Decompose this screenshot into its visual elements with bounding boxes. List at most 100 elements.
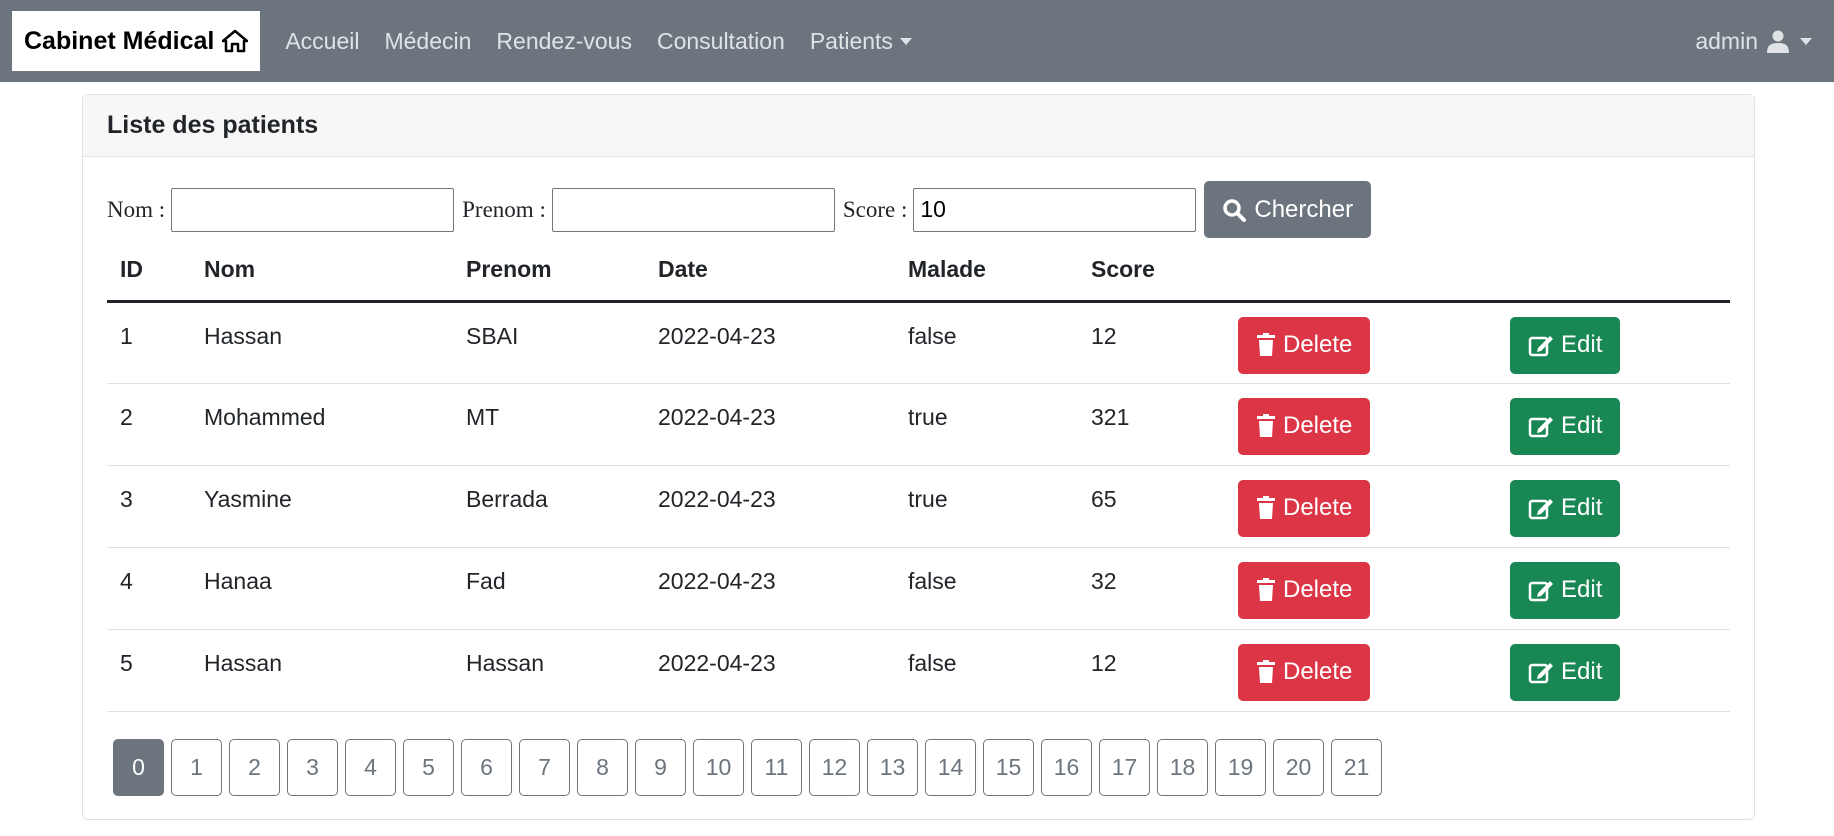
- cell-prenom: Fad: [453, 547, 645, 630]
- nom-label: Nom :: [107, 196, 166, 222]
- cell-score: 12: [1078, 301, 1225, 384]
- cell-score: 12: [1078, 629, 1225, 712]
- nom-input[interactable]: [171, 187, 455, 232]
- header-prenom: Prenom: [453, 239, 645, 303]
- user-icon: [1766, 29, 1790, 53]
- page-button-8[interactable]: 8: [577, 739, 628, 796]
- nav-rendez-vous[interactable]: Rendez-vous: [496, 28, 632, 55]
- edit-label: Edit: [1561, 494, 1603, 521]
- cell-nom: Hassan: [191, 301, 453, 384]
- delete-button[interactable]: Delete: [1238, 561, 1371, 619]
- cell-score: 65: [1078, 465, 1225, 548]
- cell-delete: Delete: [1225, 547, 1497, 630]
- patients-card: Liste des patients Nom : Prenom : Score …: [82, 94, 1755, 820]
- cell-prenom: MT: [453, 383, 645, 466]
- delete-button[interactable]: Delete: [1238, 316, 1371, 374]
- page-button-7[interactable]: 7: [519, 739, 570, 796]
- page-button-16[interactable]: 16: [1041, 739, 1092, 796]
- card-title: Liste des patients: [83, 95, 1754, 157]
- cell-edit: Edit: [1497, 547, 1730, 630]
- search-icon: [1222, 198, 1247, 222]
- score-label: Score :: [842, 196, 908, 222]
- cell-malade: false: [895, 547, 1078, 630]
- page-button-10[interactable]: 10: [693, 739, 744, 796]
- edit-button[interactable]: Edit: [1510, 397, 1621, 455]
- nav-patients-dropdown[interactable]: Patients: [810, 28, 912, 55]
- page-button-11[interactable]: 11: [751, 739, 802, 796]
- navbar: Cabinet Médical Accueil Médecin Rendez-v…: [0, 0, 1834, 82]
- caret-down-icon: [899, 37, 912, 45]
- delete-label: Delete: [1283, 494, 1353, 521]
- page-button-4[interactable]: 4: [345, 739, 396, 796]
- cell-nom: Yasmine: [191, 465, 453, 548]
- cell-delete: Delete: [1225, 629, 1497, 712]
- nav-patients-label: Patients: [809, 27, 893, 54]
- brand[interactable]: Cabinet Médical: [12, 11, 261, 71]
- page-button-3[interactable]: 3: [287, 739, 338, 796]
- page-button-15[interactable]: 15: [983, 739, 1034, 796]
- edit-button[interactable]: Edit: [1510, 643, 1621, 701]
- page-button-21[interactable]: 21: [1331, 739, 1382, 796]
- page-button-19[interactable]: 19: [1215, 739, 1266, 796]
- page-button-20[interactable]: 20: [1273, 739, 1324, 796]
- score-input[interactable]: [913, 187, 1197, 232]
- cell-id: 2: [107, 383, 191, 466]
- user-menu[interactable]: admin: [1695, 0, 1812, 82]
- user-name: admin: [1695, 27, 1758, 54]
- table-row: 5 Hassan Hassan 2022-04-23 false 12 Delete Edit: [107, 629, 1730, 712]
- table-header-row: ID Nom Prenom Date Malade Score: [107, 239, 1730, 303]
- header-delete: [1225, 239, 1497, 303]
- nav-consultation[interactable]: Consultation: [657, 28, 785, 55]
- edit-icon: [1528, 578, 1554, 602]
- page-button-12[interactable]: 12: [809, 739, 860, 796]
- page-button-18[interactable]: 18: [1157, 739, 1208, 796]
- header-nom: Nom: [191, 239, 453, 303]
- page-button-14[interactable]: 14: [925, 739, 976, 796]
- cell-delete: Delete: [1225, 383, 1497, 466]
- cell-edit: Edit: [1497, 629, 1730, 712]
- edit-button[interactable]: Edit: [1510, 316, 1621, 374]
- page-button-2[interactable]: 2: [229, 739, 280, 796]
- delete-label: Delete: [1283, 412, 1353, 439]
- edit-label: Edit: [1561, 658, 1603, 685]
- search-button[interactable]: Chercher: [1204, 181, 1372, 238]
- cell-prenom: Hassan: [453, 629, 645, 712]
- nav-accueil[interactable]: Accueil: [285, 28, 359, 55]
- cell-edit: Edit: [1497, 465, 1730, 548]
- cell-malade: true: [895, 465, 1078, 548]
- edit-button[interactable]: Edit: [1510, 561, 1621, 619]
- edit-label: Edit: [1561, 576, 1603, 603]
- cell-date: 2022-04-23: [645, 301, 895, 384]
- cell-delete: Delete: [1225, 465, 1497, 548]
- trash-icon: [1256, 496, 1276, 520]
- page-button-5[interactable]: 5: [403, 739, 454, 796]
- page-button-6[interactable]: 6: [461, 739, 512, 796]
- page-button-9[interactable]: 9: [635, 739, 686, 796]
- delete-button[interactable]: Delete: [1238, 397, 1371, 455]
- trash-icon: [1256, 414, 1276, 438]
- nav-medecin[interactable]: Médecin: [384, 28, 471, 55]
- cell-date: 2022-04-23: [645, 629, 895, 712]
- cell-edit: Edit: [1497, 301, 1730, 384]
- cell-edit: Edit: [1497, 383, 1730, 466]
- page-button-1[interactable]: 1: [171, 739, 222, 796]
- trash-icon: [1256, 578, 1276, 602]
- prenom-input[interactable]: [551, 187, 835, 232]
- cell-nom: Mohammed: [191, 383, 453, 466]
- edit-icon: [1528, 333, 1554, 357]
- page-button-17[interactable]: 17: [1099, 739, 1150, 796]
- cell-malade: true: [895, 383, 1078, 466]
- pagination: 0 1 2 3 4 5 6 7 8 9 10 11 12 13 14 15 16 17 18 19 20 21: [113, 739, 1389, 796]
- cell-prenom: Berrada: [453, 465, 645, 548]
- delete-button[interactable]: Delete: [1238, 643, 1371, 701]
- page-button-13[interactable]: 13: [867, 739, 918, 796]
- home-icon: [222, 29, 249, 53]
- header-score: Score: [1078, 239, 1225, 303]
- page-button-0[interactable]: 0: [113, 739, 164, 796]
- cell-malade: false: [895, 629, 1078, 712]
- edit-button[interactable]: Edit: [1510, 479, 1621, 537]
- edit-label: Edit: [1561, 412, 1603, 439]
- delete-button[interactable]: Delete: [1238, 479, 1371, 537]
- cell-score: 32: [1078, 547, 1225, 630]
- table-row: 3 Yasmine Berrada 2022-04-23 true 65 Delete Edi…: [107, 465, 1730, 548]
